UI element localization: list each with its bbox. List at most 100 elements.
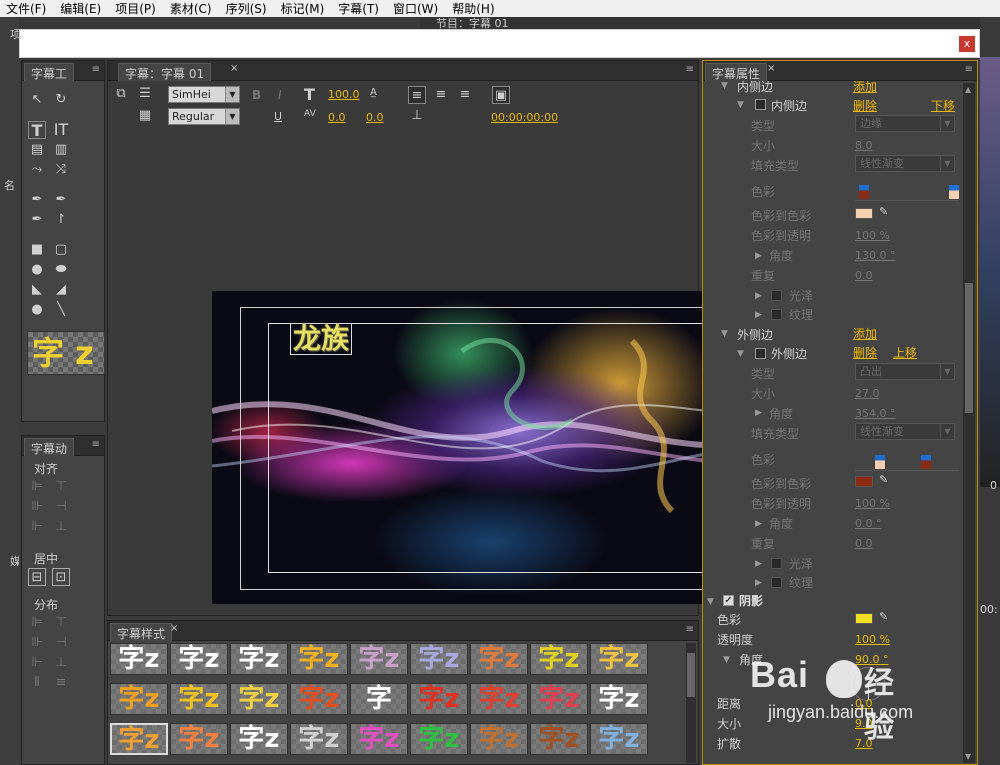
actions-tab[interactable]: 字幕动	[24, 438, 75, 456]
align-left-icon[interactable]: ⊫	[28, 478, 46, 496]
wedge-tool-icon[interactable]: ◣	[28, 281, 46, 299]
outer-delete-link[interactable]: 删除	[853, 344, 877, 361]
scroll-down-icon[interactable]: ▼	[965, 752, 971, 761]
outer-add-link[interactable]: 添加	[853, 325, 877, 342]
style-swatch-item[interactable]: 字z	[110, 683, 168, 715]
style-swatch-item[interactable]: 字z	[470, 683, 528, 715]
outer-move-up-link[interactable]: 上移	[893, 344, 917, 361]
add-anchor-tool-icon[interactable]: ✒	[28, 211, 46, 229]
eyedropper-icon[interactable]: ✎	[879, 205, 888, 218]
line-tool-icon[interactable]: ╲	[52, 301, 70, 319]
align-center-text-icon[interactable]: ≡	[432, 86, 450, 104]
center-horizontal-icon[interactable]: ⊟	[28, 568, 46, 586]
style-swatch-item[interactable]: 字z	[350, 723, 408, 755]
title-01-tab[interactable]: 字幕：字幕 01	[118, 63, 212, 81]
font-size-value[interactable]: 100.0	[328, 88, 360, 101]
style-swatch-item[interactable]: 字z	[350, 643, 408, 675]
expand-triangle-icon[interactable]: ▶	[755, 519, 762, 529]
gradient-stop-right[interactable]	[921, 455, 931, 469]
scroll-thumb[interactable]	[965, 283, 973, 413]
outer-angle-value[interactable]: 354.0 °	[855, 407, 896, 420]
outer-color-swatch[interactable]	[855, 476, 873, 487]
inner-fill-type-select[interactable]: 线性渐变 ▼	[855, 155, 955, 172]
align-vcenter-icon[interactable]: ⊣	[52, 498, 70, 516]
collapse-triangle-icon[interactable]: ▼	[737, 349, 744, 359]
outer-angle2-value[interactable]: 0.0 °	[855, 517, 882, 530]
clipped-corner-rectangle-icon[interactable]: ●	[28, 261, 46, 279]
menu-sequence[interactable]: 序列(S)	[220, 0, 275, 17]
type-tool-icon[interactable]: T	[28, 121, 46, 140]
shadow-checkbox[interactable]: ✓	[723, 595, 734, 606]
style-swatch-item[interactable]: 字z	[170, 643, 228, 675]
font-family-select[interactable]: SimHei ▼	[168, 86, 240, 103]
shadow-opacity-value[interactable]: 100 %	[855, 633, 890, 646]
timecode-value[interactable]: 00:00:00:00	[491, 111, 558, 124]
expand-triangle-icon[interactable]: ▶	[755, 310, 762, 320]
collapse-triangle-icon[interactable]: ▼	[737, 100, 744, 110]
align-right-icon[interactable]: ⊩	[28, 518, 46, 536]
distribute-bottom-icon[interactable]: ⊥	[52, 654, 70, 672]
vertical-area-type-tool-icon[interactable]: ▥	[52, 141, 70, 159]
inner-stroke-checkbox[interactable]	[755, 99, 766, 110]
close-tab-icon[interactable]: ×	[767, 63, 775, 74]
collapse-triangle-icon[interactable]: ▼	[707, 597, 714, 607]
collapse-triangle-icon[interactable]: ▼	[721, 329, 728, 339]
style-swatch-item[interactable]: 字z	[170, 723, 228, 755]
menu-edit[interactable]: 编辑(E)	[54, 0, 109, 17]
outer-stroke-checkbox[interactable]	[755, 348, 766, 359]
style-swatch-item[interactable]: 字z	[470, 643, 528, 675]
menu-project[interactable]: 项目(P)	[109, 0, 164, 17]
inner-repeat-value[interactable]: 0.0	[855, 269, 873, 282]
area-type-tool-icon[interactable]: ▤	[28, 141, 46, 159]
underline-button[interactable]: U	[274, 110, 282, 123]
outer-gradient-bar[interactable]	[855, 455, 959, 471]
arc-tool-icon[interactable]: ◢	[52, 281, 70, 299]
center-vertical-icon[interactable]: ⊡	[52, 568, 70, 586]
inner-angle-value[interactable]: 130.0 °	[855, 249, 896, 262]
gradient-stop-left[interactable]	[859, 185, 869, 199]
align-hcenter-icon[interactable]: ⊪	[28, 498, 46, 516]
expand-triangle-icon[interactable]: ▶	[755, 559, 762, 569]
title-text-object[interactable]: 龙族	[290, 323, 353, 355]
eyedropper-icon[interactable]: ✎	[879, 610, 888, 623]
inner-move-down-link[interactable]: 下移	[931, 97, 955, 114]
distribute-top-icon[interactable]: ⊤	[52, 614, 70, 632]
style-swatch-item[interactable]: 字z	[170, 683, 228, 715]
expand-triangle-icon[interactable]: ▶	[755, 251, 762, 261]
style-swatch-item[interactable]: 字z	[410, 723, 468, 755]
distribute-hcenter-icon[interactable]: ⊪	[28, 634, 46, 652]
style-swatch-item[interactable]: 字z	[290, 643, 348, 675]
style-swatch-item[interactable]: 字z	[590, 683, 648, 715]
tab-stops-icon[interactable]: ⊥	[408, 107, 426, 125]
panel-menu-icon[interactable]: ≡	[965, 64, 973, 75]
expand-triangle-icon[interactable]: ▶	[755, 578, 762, 588]
menu-marker[interactable]: 标记(M)	[275, 0, 333, 17]
gradient-stop-left[interactable]	[875, 455, 885, 469]
menu-file[interactable]: 文件(F)	[0, 0, 54, 17]
style-swatch-item[interactable]: 字z	[410, 683, 468, 715]
rounded-corner-rectangle-icon[interactable]: ⬬	[52, 261, 70, 279]
close-tab-icon[interactable]: ×	[230, 63, 238, 74]
align-left-text-icon[interactable]: ≡	[408, 86, 426, 104]
style-swatch-item[interactable]: 字z	[230, 643, 288, 675]
menu-title[interactable]: 字幕(T)	[332, 0, 387, 17]
collapse-triangle-icon[interactable]: ▼	[723, 655, 730, 665]
style-swatch-item[interactable]: 字z	[530, 683, 588, 715]
style-swatch-item[interactable]: 字z	[410, 643, 468, 675]
inner-color-swatch[interactable]	[855, 208, 873, 219]
distribute-left-icon[interactable]: ⊫	[28, 614, 46, 632]
rectangle-tool-icon[interactable]: ■	[28, 241, 46, 259]
style-swatch-item[interactable]: 字z	[290, 683, 348, 715]
distribute-right-icon[interactable]: ⊩	[28, 654, 46, 672]
ellipse-tool-icon[interactable]: ●	[28, 301, 46, 319]
templates-icon[interactable]: ▦	[136, 107, 154, 125]
outer-repeat-value[interactable]: 0.0	[855, 537, 873, 550]
inner-add-link[interactable]: 添加	[853, 78, 877, 95]
kerning-value[interactable]: 0.0	[328, 111, 346, 124]
rotation-tool-icon[interactable]: ↻	[52, 91, 70, 109]
video-preview-canvas[interactable]: 龙族	[212, 291, 770, 604]
tools-tab[interactable]: 字幕工	[24, 63, 75, 81]
align-right-text-icon[interactable]: ≡	[456, 86, 474, 104]
inner-color-to-opacity-value[interactable]: 100 %	[855, 229, 890, 242]
panel-menu-icon[interactable]: ≡	[686, 64, 694, 75]
